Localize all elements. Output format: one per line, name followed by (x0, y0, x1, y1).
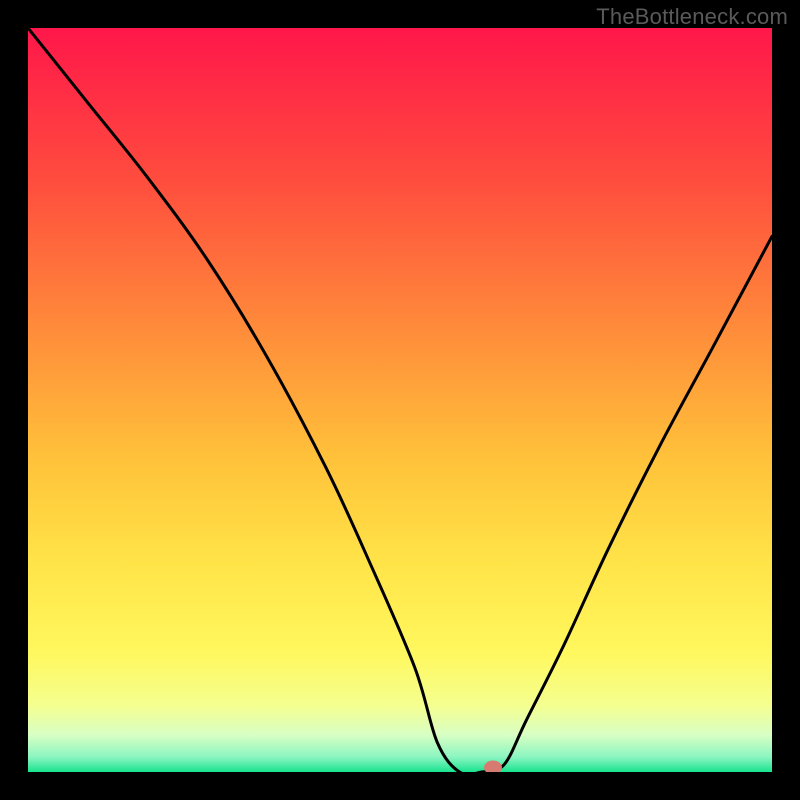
plot-area (28, 28, 772, 772)
chart-frame: TheBottleneck.com (0, 0, 800, 800)
bottleneck-chart (28, 28, 772, 772)
gradient-background (28, 28, 772, 772)
watermark-text: TheBottleneck.com (596, 4, 788, 30)
